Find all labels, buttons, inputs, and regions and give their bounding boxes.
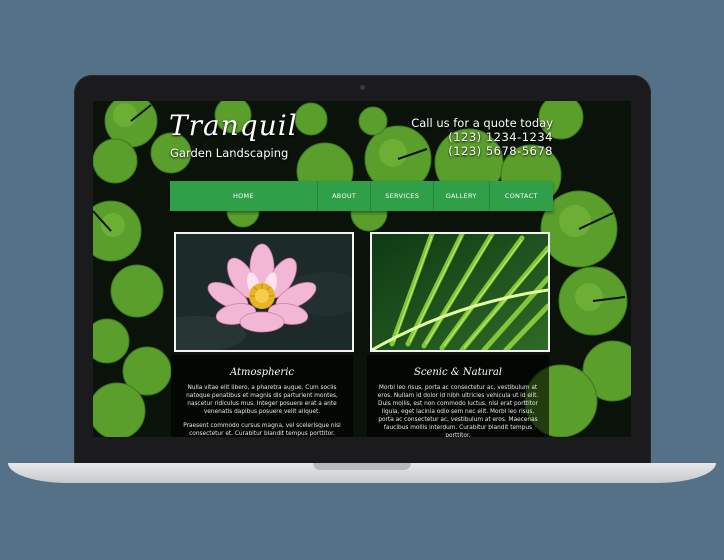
- card-paragraph: Nulla vitae elit libero, a pharetra augu…: [186, 385, 338, 415]
- nav-item-home[interactable]: HOME: [170, 181, 318, 211]
- palm-leaf-photo: [370, 232, 550, 352]
- card-title: Scenic & Natural: [414, 367, 502, 378]
- feature-card-scenic: Scenic & Natural Morbi leo risus, porta …: [367, 355, 549, 437]
- laptop-notch: [313, 463, 411, 470]
- brand-subtitle: Garden Landscaping: [170, 146, 289, 160]
- nav-item-services[interactable]: SERVICES: [371, 181, 434, 211]
- card-paragraph: Praesent commodo cursus magna, vel scele…: [183, 423, 341, 437]
- phone-number-2[interactable]: (123) 5678-5678: [411, 144, 553, 158]
- nav-item-about[interactable]: ABOUT: [318, 181, 372, 211]
- card-paragraph: Morbi leo risus, porta ac consectetur ac…: [377, 385, 539, 437]
- palm-leaf-image: [372, 234, 548, 350]
- nav-item-contact[interactable]: CONTACT: [490, 181, 554, 211]
- feature-card-atmospheric: Atmospheric Nulla vitae elit libero, a p…: [171, 355, 353, 437]
- nav-item-gallery[interactable]: GALLERY: [434, 181, 490, 211]
- card-title: Atmospheric: [229, 367, 295, 378]
- main-navigation: HOME ABOUT SERVICES GALLERY CONTACT: [170, 181, 553, 211]
- contact-cta: Call us for a quote today: [411, 116, 553, 130]
- brand-title[interactable]: Tranquil: [169, 109, 298, 142]
- camera-dot: [360, 85, 365, 90]
- contact-info: Call us for a quote today (123) 1234-123…: [411, 116, 553, 158]
- water-lily-photo: [174, 232, 354, 352]
- water-lily-image: [176, 234, 352, 350]
- phone-number-1[interactable]: (123) 1234-1234: [411, 130, 553, 144]
- laptop-screen: Tranquil Garden Landscaping Call us for …: [93, 101, 631, 437]
